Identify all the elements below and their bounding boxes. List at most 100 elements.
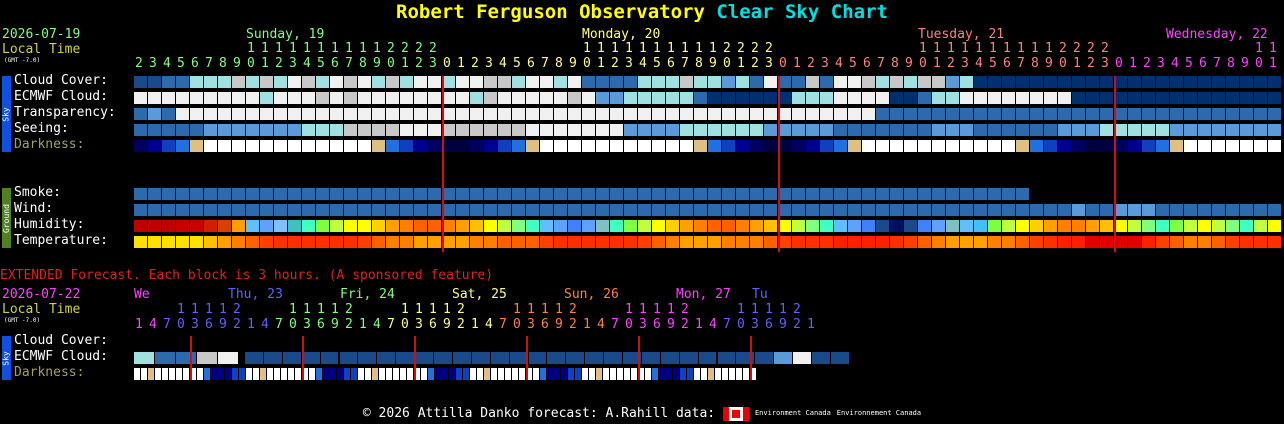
cloud-cover-cell[interactable] [148,76,161,88]
darkness-cell[interactable] [1016,140,1029,152]
humidity-cell[interactable] [330,220,343,232]
wind-cell[interactable] [708,204,721,216]
smoke-cell[interactable] [498,188,511,200]
extended-ecmwf-cell[interactable] [755,352,774,364]
darkness-cell[interactable] [820,140,833,152]
wind-cell[interactable] [218,204,231,216]
extended-darkness-cell[interactable] [344,368,350,380]
smoke-cell[interactable] [960,188,973,200]
cloud-cover-cell[interactable] [288,76,301,88]
ecmwf-cloud-cell[interactable] [960,92,973,104]
ecmwf-cloud-cell[interactable] [330,92,343,104]
extended-darkness-cell[interactable] [428,368,434,380]
humidity-cell[interactable] [862,220,875,232]
extended-darkness-cell[interactable] [288,368,294,380]
ecmwf-cloud-cell[interactable] [372,92,385,104]
temperature-cell[interactable] [764,236,777,248]
darkness-cell[interactable] [162,140,175,152]
wind-cell[interactable] [162,204,175,216]
ecmwf-cloud-cell[interactable] [554,92,567,104]
cloud-cover-cell[interactable] [960,76,973,88]
temperature-cell[interactable] [904,236,917,248]
cloud-cover-cell[interactable] [624,76,637,88]
darkness-cell[interactable] [1128,140,1141,152]
temperature-cell[interactable] [946,236,959,248]
extended-darkness-cell[interactable] [540,368,546,380]
extended-ecmwf-cell[interactable] [263,352,282,364]
humidity-cell[interactable] [484,220,497,232]
cloud-cover-cell[interactable] [512,76,525,88]
transparency-cell[interactable] [288,108,301,120]
extended-darkness-cell[interactable] [393,368,399,380]
transparency-cell[interactable] [806,108,819,120]
seeing-cell[interactable] [148,124,161,136]
darkness-cell[interactable] [274,140,287,152]
humidity-cell[interactable] [498,220,511,232]
extended-darkness-cell[interactable] [267,368,273,380]
cloud-cover-cell[interactable] [176,76,189,88]
smoke-cell[interactable] [862,188,875,200]
ecmwf-cloud-cell[interactable] [232,92,245,104]
extended-darkness-cell[interactable] [239,368,245,380]
humidity-cell[interactable] [792,220,805,232]
cloud-cover-cell[interactable] [1142,76,1155,88]
humidity-cell[interactable] [1212,220,1225,232]
transparency-cell[interactable] [302,108,315,120]
extended-darkness-cell[interactable] [512,368,518,380]
seeing-cell[interactable] [218,124,231,136]
darkness-cell[interactable] [848,140,861,152]
extended-ecmwf-cell[interactable] [452,352,471,364]
cloud-cover-cell[interactable] [540,76,553,88]
temperature-cell[interactable] [876,236,889,248]
transparency-cell[interactable] [456,108,469,120]
extended-darkness-cell[interactable] [365,368,371,380]
extended-ecmwf-cell[interactable] [528,352,547,364]
humidity-cell[interactable] [344,220,357,232]
darkness-cell[interactable] [708,140,721,152]
darkness-cell[interactable] [722,140,735,152]
humidity-cell[interactable] [1170,220,1183,232]
extended-ecmwf-cell[interactable] [471,352,490,364]
seeing-cell[interactable] [232,124,245,136]
seeing-cell[interactable] [1086,124,1099,136]
transparency-cell[interactable] [372,108,385,120]
darkness-cell[interactable] [470,140,483,152]
darkness-cell[interactable] [176,140,189,152]
wind-cell[interactable] [484,204,497,216]
humidity-cell[interactable] [582,220,595,232]
temperature-cell[interactable] [848,236,861,248]
wind-cell[interactable] [638,204,651,216]
humidity-cell[interactable] [1128,220,1141,232]
ecmwf-cloud-cell[interactable] [176,92,189,104]
seeing-cell[interactable] [386,124,399,136]
darkness-cell[interactable] [1086,140,1099,152]
humidity-cell[interactable] [260,220,273,232]
humidity-cell[interactable] [1016,220,1029,232]
wind-cell[interactable] [372,204,385,216]
darkness-cell[interactable] [876,140,889,152]
transparency-cell[interactable] [1142,108,1155,120]
wind-cell[interactable] [1142,204,1155,216]
darkness-cell[interactable] [260,140,273,152]
darkness-cell[interactable] [932,140,945,152]
cloud-cover-cell[interactable] [568,76,581,88]
seeing-cell[interactable] [666,124,679,136]
seeing-cell[interactable] [610,124,623,136]
darkness-cell[interactable] [834,140,847,152]
transparency-cell[interactable] [932,108,945,120]
cloud-cover-cell[interactable] [428,76,441,88]
darkness-cell[interactable] [302,140,315,152]
cloud-cover-cell[interactable] [330,76,343,88]
cloud-cover-cell[interactable] [456,76,469,88]
seeing-cell[interactable] [680,124,693,136]
seeing-cell[interactable] [260,124,273,136]
darkness-cell[interactable] [218,140,231,152]
cloud-cover-cell[interactable] [1226,76,1239,88]
ecmwf-cloud-cell[interactable] [848,92,861,104]
extended-darkness-cell[interactable] [736,368,742,380]
seeing-cell[interactable] [1184,124,1197,136]
cloud-cover-cell[interactable] [190,76,203,88]
ecmwf-cloud-cell[interactable] [1044,92,1057,104]
cloud-cover-cell[interactable] [1016,76,1029,88]
ecmwf-cloud-cell[interactable] [946,92,959,104]
